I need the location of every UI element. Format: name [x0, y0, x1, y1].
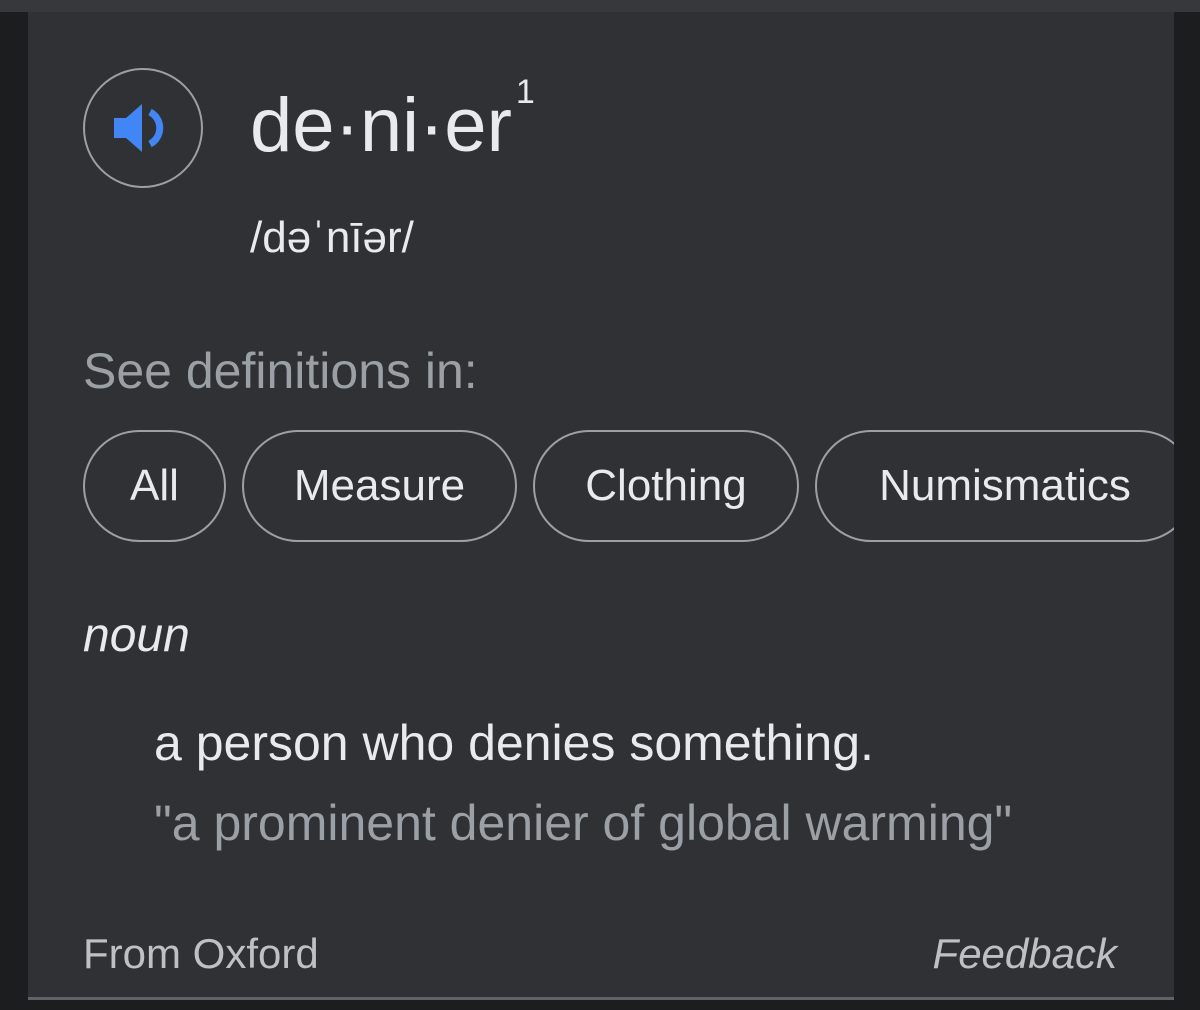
headword-text: de·ni·er — [250, 83, 512, 168]
definition-text: a person who denies something. — [154, 715, 874, 771]
chip-measure[interactable]: Measure — [242, 430, 517, 542]
part-of-speech: noun — [83, 609, 190, 662]
card-divider — [28, 997, 1174, 1000]
headword: de·ni·er 1 — [250, 73, 535, 176]
headword-superscript: 1 — [515, 73, 535, 111]
top-strip — [0, 0, 1200, 12]
phonetic-spelling: /dəˈnīər/ — [250, 213, 414, 262]
feedback-link[interactable]: Feedback — [933, 924, 1117, 984]
source-attribution: From Oxford — [83, 930, 319, 977]
dictionary-card: de·ni·er 1 /dəˈnīər/ See definitions in: … — [28, 12, 1174, 997]
see-definitions-label: See definitions in: — [83, 343, 478, 399]
chip-clothing[interactable]: Clothing — [533, 430, 799, 542]
speaker-icon — [114, 104, 164, 152]
pronunciation-button[interactable] — [83, 68, 203, 188]
example-sentence: "a prominent denier of global warming" — [154, 795, 1013, 851]
screen-frame: de·ni·er 1 /dəˈnīər/ See definitions in: … — [0, 0, 1200, 1010]
chip-numismatics[interactable]: Numismatics — [815, 430, 1174, 542]
definition-filter-chips: All Measure Clothing Numismatics — [83, 430, 1174, 542]
chip-all[interactable]: All — [83, 430, 226, 542]
